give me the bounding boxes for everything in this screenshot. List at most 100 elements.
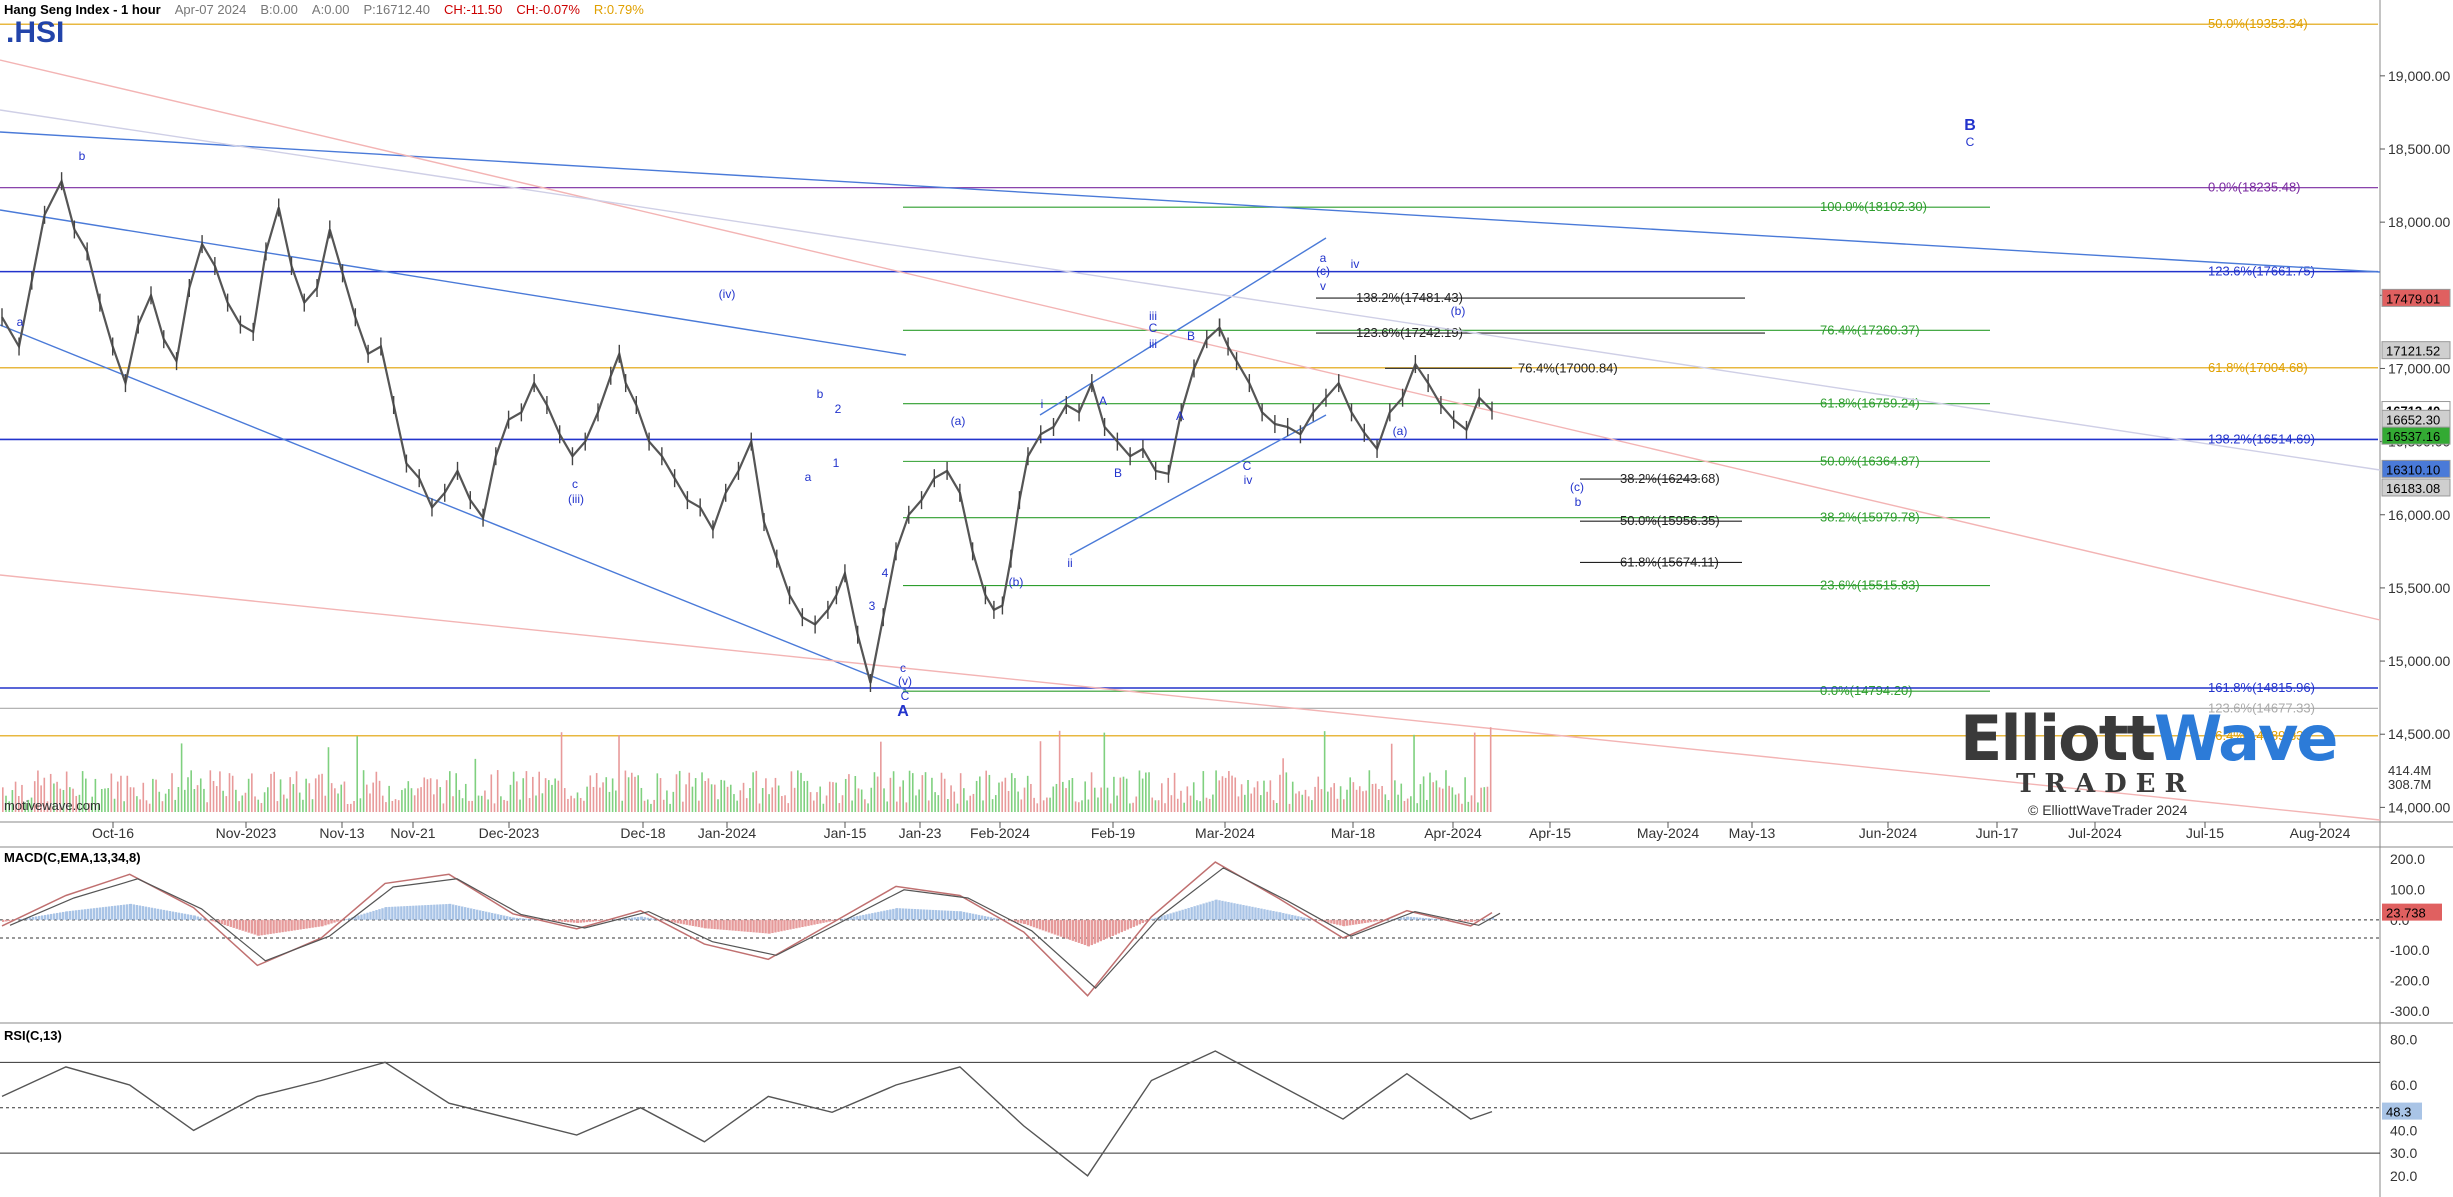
macd-histogram-bar (1050, 919, 1054, 934)
macd-histogram-bar (786, 919, 789, 931)
macd-histogram-bar (83, 909, 87, 920)
rsi-title: RSI(C,13) (4, 1028, 62, 1043)
volume-bar (720, 779, 722, 812)
macd-histogram-bar (159, 909, 163, 920)
fib-label-green: 50.0%(16364.87) (1820, 453, 1920, 468)
volume-bar (1365, 790, 1367, 812)
volume-bar (439, 787, 442, 812)
volume-bar (1180, 790, 1182, 812)
wave-label: (iii) (568, 492, 584, 506)
macd-histogram-bar (1269, 910, 1272, 920)
macd-histogram-bar (1059, 919, 1063, 937)
volume-bar (180, 743, 183, 812)
volume-bar (212, 780, 215, 812)
wave-label: (c) (1570, 480, 1584, 494)
macd-histogram-bar (752, 919, 755, 933)
time-axis[interactable]: Oct-16 Nov-2023 Nov-13 Nov-21 Dec-2023 Dec-18… (92, 822, 2351, 841)
volume-bar (174, 799, 177, 812)
wave-label: A (897, 703, 909, 720)
macd-histogram-bar (1132, 919, 1135, 927)
macd-histogram-bar (442, 904, 445, 920)
macd-histogram-bar (983, 916, 987, 920)
macd-histogram-bar (1093, 919, 1096, 944)
volume-bar (1014, 778, 1016, 812)
macd-histogram-bar (676, 919, 679, 924)
volume-bar (860, 789, 863, 812)
macd-histogram-bar (464, 907, 467, 920)
macd-histogram-bar (257, 919, 260, 936)
volume-bar (947, 799, 949, 812)
volume-bar (1336, 798, 1339, 812)
fib-label-black: 76.4%(17000.84) (1518, 360, 1618, 375)
volume-bar (637, 775, 639, 812)
volume-bar (1058, 730, 1061, 812)
macd-histogram-bar (59, 912, 62, 920)
macd-histogram-bar (856, 916, 859, 920)
macd-histogram-bar (722, 919, 725, 930)
volume-bar (496, 770, 499, 812)
volume-bar (477, 795, 480, 812)
macd-histogram-bar (1367, 919, 1370, 923)
volume-bar (525, 771, 528, 812)
macd-histogram-bar (986, 916, 990, 920)
macd-histogram-bar (1343, 919, 1346, 927)
volume-bar (1116, 795, 1118, 812)
macd-histogram-bar (832, 919, 835, 921)
macd-histogram-bar (1087, 919, 1090, 947)
macd-histogram-bar (1208, 901, 1211, 920)
volume-bar (292, 784, 295, 812)
macd-histogram-bar (1263, 909, 1266, 920)
volume-bar (397, 800, 400, 812)
volume-bar (547, 780, 550, 812)
volume-bar (927, 800, 930, 812)
volume-bar (832, 782, 834, 812)
macd-histogram-bar (366, 912, 369, 920)
volume-bar (931, 777, 933, 812)
macd-histogram-bar (122, 904, 126, 920)
volume-bar (1192, 782, 1195, 812)
x-tick-label: Jan-15 (824, 825, 867, 841)
macd-histogram-bar (1230, 902, 1233, 920)
macd-histogram-bar (53, 913, 56, 920)
volume-bar (359, 798, 362, 812)
volume-bar (621, 800, 624, 812)
volume-bar (867, 803, 869, 812)
macd-histogram-bar (1239, 904, 1242, 920)
fib-label-black: 123.6%(17242.19) (1356, 325, 1463, 340)
macd-histogram-bar (1166, 914, 1169, 920)
x-tick-label: Nov-21 (390, 825, 435, 841)
volume-bar (1307, 796, 1310, 812)
macd-histogram-bar (153, 908, 157, 920)
volume-bar (388, 785, 390, 812)
macd-histogram-bar (125, 904, 129, 920)
macd-histogram-bar (1187, 907, 1190, 920)
symbol-label: .HSI (6, 16, 65, 49)
volume-bar (1046, 797, 1048, 812)
volume-bar (1001, 781, 1003, 812)
macd-histogram-bar (980, 915, 984, 920)
fib-label-green: 23.6%(15515.83) (1820, 578, 1920, 593)
macd-histogram-bar (810, 919, 813, 926)
volume-bar (305, 778, 307, 812)
volume-bar (1250, 793, 1253, 812)
volume-bar (579, 797, 582, 812)
volume-bar (1042, 800, 1045, 812)
volume-bar (241, 795, 244, 812)
wave-label: b (79, 149, 86, 163)
macd-histogram-bar (290, 919, 293, 931)
wave-label: 2 (835, 402, 842, 416)
macd-histogram-bar (439, 904, 442, 920)
macd-histogram-bar (816, 919, 819, 925)
macd-histogram-bar (688, 919, 691, 926)
macd-histogram-bar (737, 919, 740, 932)
volume-bar (1448, 785, 1450, 812)
macd-histogram-bar (461, 906, 464, 920)
volume-bar (378, 780, 381, 812)
macd-histogram-bar (1409, 916, 1413, 920)
macd-histogram-bar (485, 911, 488, 920)
volume-bar (1480, 787, 1482, 812)
macd-histogram-bar (333, 919, 336, 923)
macd-histogram-bar (247, 919, 250, 933)
volume-bar (1374, 783, 1377, 812)
volume-bar (1410, 796, 1412, 812)
